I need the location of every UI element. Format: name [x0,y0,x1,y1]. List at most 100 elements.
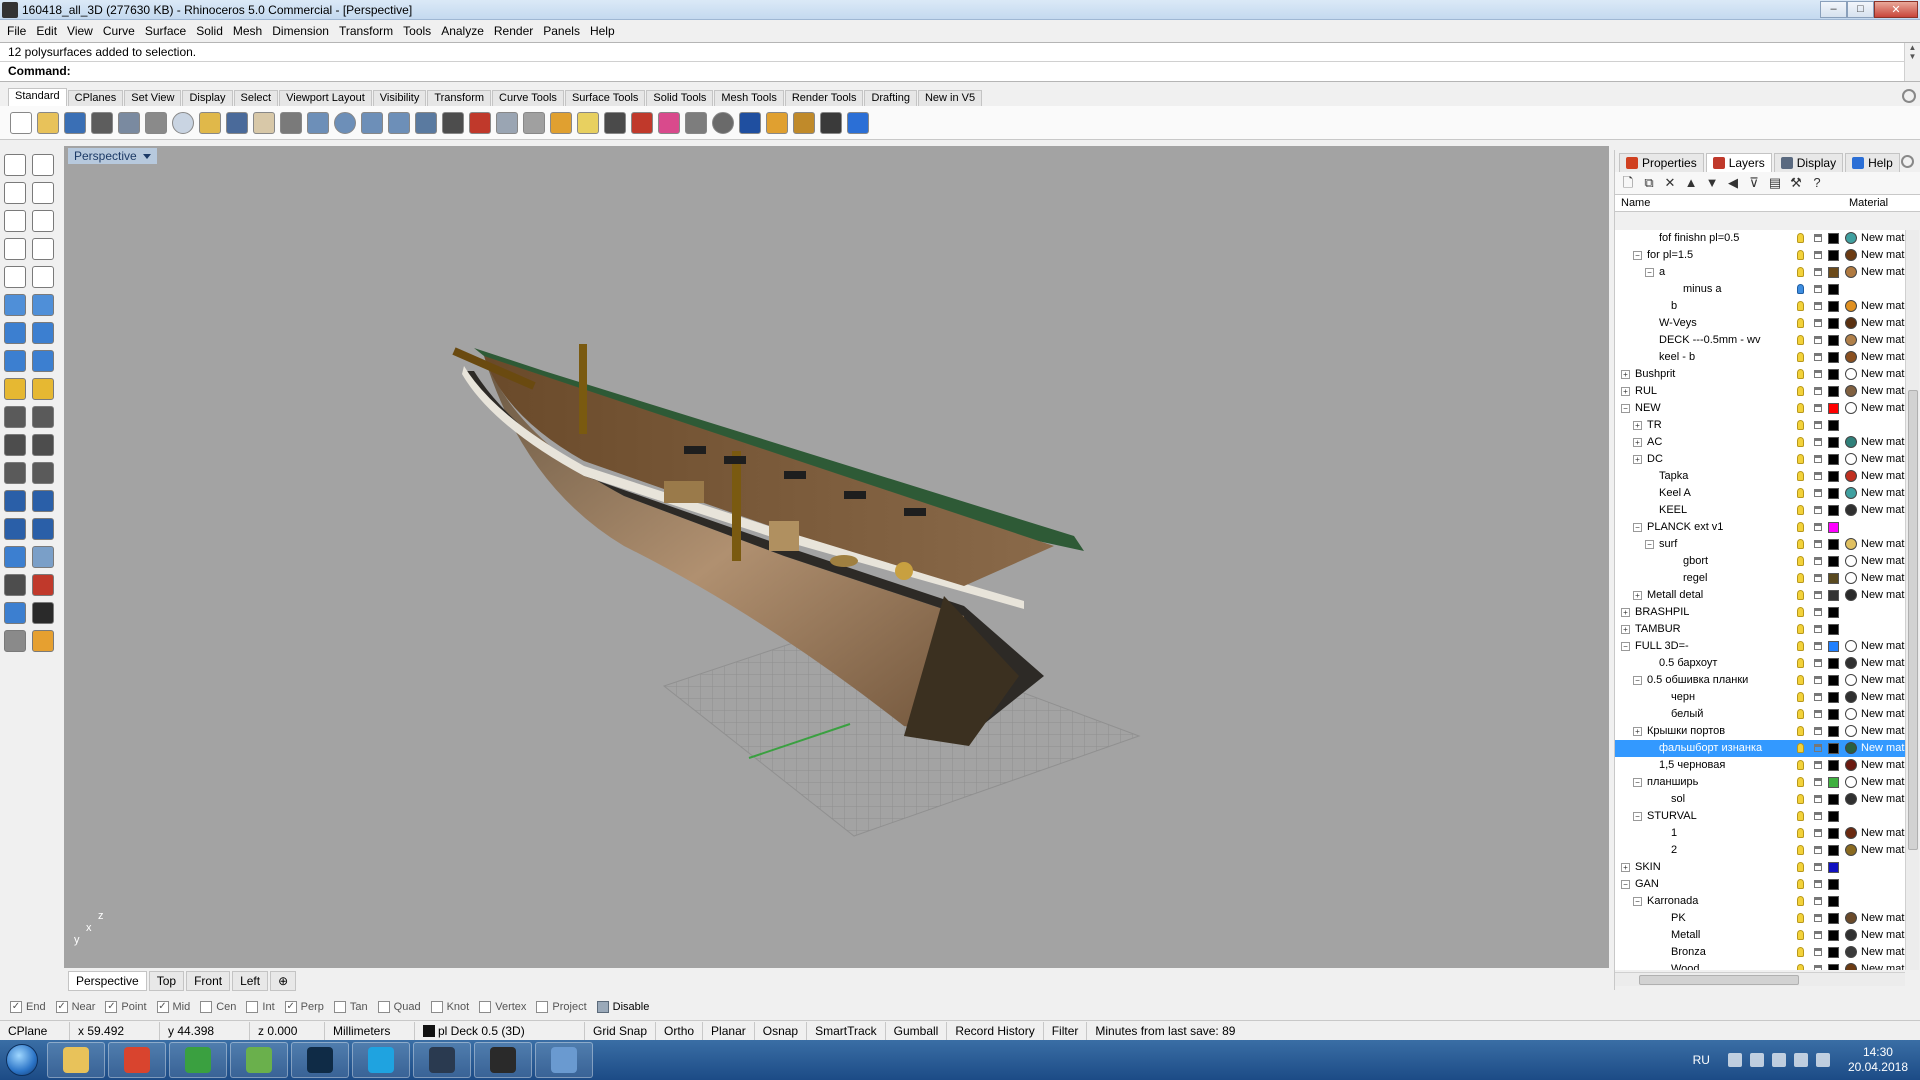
layer-name[interactable]: Karronada [1647,893,1698,910]
material-name[interactable]: New mat [1861,366,1904,383]
volume-icon[interactable] [1815,1053,1830,1067]
tab-transform[interactable]: Transform [427,90,492,106]
circle-icon[interactable] [4,210,26,232]
lock-icon[interactable] [1814,931,1822,939]
layer-color-swatch[interactable] [1828,760,1839,771]
tab-set-view[interactable]: Set View [124,90,182,106]
undo-view-icon[interactable] [415,111,437,134]
chrome-taskbar-button[interactable] [108,1042,166,1078]
layer-row[interactable]: − STURVAL [1615,808,1905,825]
lock-icon[interactable] [1814,404,1822,412]
material-name[interactable]: New mat [1861,740,1904,757]
visibility-bulb-icon[interactable] [1797,369,1804,379]
lock-icon[interactable] [1814,863,1822,871]
visibility-bulb-icon[interactable] [1797,641,1804,651]
material-sphere-icon[interactable] [1845,504,1857,516]
rotate-view-icon[interactable] [280,111,302,134]
dimension-icon[interactable] [32,378,54,400]
layer-name[interactable]: фальшборт изнанка [1659,740,1762,757]
fillet-icon[interactable] [32,266,54,288]
flag-tray-icon[interactable] [1771,1053,1786,1067]
checkbox[interactable] [246,1001,259,1013]
scale-icon[interactable] [32,490,54,512]
layer-row[interactable]: 2 New mat [1615,842,1905,859]
material-sphere-icon[interactable] [1845,674,1857,686]
material-sphere-icon[interactable] [1845,334,1857,346]
mesh-icon[interactable] [32,350,54,372]
import-icon[interactable] [118,111,140,134]
tab-surface-tools[interactable]: Surface Tools [564,90,646,106]
visibility-bulb-icon[interactable] [1797,777,1804,787]
layer-row[interactable]: + TAMBUR [1615,621,1905,638]
layer-name[interactable]: Bushprit [1635,366,1675,383]
visibility-bulb-icon[interactable] [1797,267,1804,277]
lock-icon[interactable] [1814,353,1822,361]
tab-new-in-v5[interactable]: New in V5 [917,90,983,106]
trim-icon[interactable] [4,406,26,428]
layer-name[interactable]: regel [1683,570,1707,587]
layer-row[interactable]: keel - b New mat [1615,349,1905,366]
material-name[interactable]: New mat [1861,383,1904,400]
expand-icon[interactable]: + [1621,625,1630,634]
layer-color-swatch[interactable] [1828,607,1839,618]
layer-name[interactable]: fof finishn pl=0.5 [1659,230,1739,247]
points-icon[interactable] [550,111,572,134]
smarttrack-toggle[interactable]: SmartTrack [807,1021,886,1040]
material-name[interactable]: New mat [1861,536,1904,553]
visibility-bulb-icon[interactable] [1797,573,1804,583]
material-sphere-icon[interactable] [1845,742,1857,754]
array-icon[interactable] [4,546,26,568]
split-icon[interactable] [32,406,54,428]
help-icon[interactable] [847,111,869,134]
material-name[interactable]: New mat [1861,332,1904,349]
material-name[interactable]: New mat [1861,349,1904,366]
lock-icon[interactable] [1814,778,1822,786]
open-icon[interactable] [37,111,59,134]
lock-icon[interactable] [1814,489,1822,497]
layer-color-swatch[interactable] [1828,675,1839,686]
lock-icon[interactable] [1814,268,1822,276]
material-sphere-icon[interactable] [1845,249,1857,261]
material-sphere-icon[interactable] [1845,725,1857,737]
material-sphere-icon[interactable] [1845,827,1857,839]
layer-color-swatch[interactable] [1828,692,1839,703]
layer-color-swatch[interactable] [1828,301,1839,312]
filter-toggle[interactable]: Filter [1044,1021,1088,1040]
layer-row[interactable]: Tapka New mat [1615,468,1905,485]
layer-color-swatch[interactable] [1828,352,1839,363]
undo-icon[interactable] [226,111,248,134]
block-icon[interactable] [4,630,26,652]
zoom-selected-icon[interactable] [388,111,410,134]
layer-color-swatch[interactable] [1828,335,1839,346]
material-sphere-icon[interactable] [1845,572,1857,584]
lock-icon[interactable] [1814,336,1822,344]
layer-list-vscrollbar[interactable] [1905,230,1919,970]
visibility-bulb-icon[interactable] [1797,437,1804,447]
material-sphere-icon[interactable] [1845,300,1857,312]
layer-row[interactable]: + BRASHPIL [1615,604,1905,621]
visibility-bulb-icon[interactable] [1797,879,1804,889]
boolean-icon[interactable] [32,322,54,344]
collapse-icon[interactable]: − [1645,268,1654,277]
layer-name[interactable]: 0.5 обшивка планки [1647,672,1748,689]
collapse-icon[interactable]: − [1633,812,1642,821]
material-name[interactable]: New mat [1861,451,1904,468]
osnap-disable[interactable]: Disable [596,1001,649,1013]
material-sphere-icon[interactable] [1845,640,1857,652]
layer-row[interactable]: + TR [1615,417,1905,434]
visibility-bulb-icon[interactable] [1797,760,1804,770]
menu-edit[interactable]: Edit [31,24,62,38]
lock-icon[interactable] [1814,795,1822,803]
visibility-bulb-icon[interactable] [1797,743,1804,753]
lock-icon[interactable] [1814,472,1822,480]
lock-icon[interactable] [1814,506,1822,514]
layer-name[interactable]: Metall [1671,927,1700,944]
autocad-taskbar-button[interactable] [413,1042,471,1078]
text-icon[interactable] [4,490,26,512]
material-sphere-icon[interactable] [1845,317,1857,329]
lock-icon[interactable] [1814,523,1822,531]
layer-color-swatch[interactable] [1828,420,1839,431]
move-up-icon[interactable]: ▲ [1684,176,1698,190]
menu-transform[interactable]: Transform [334,24,398,38]
expand-icon[interactable]: + [1633,421,1642,430]
